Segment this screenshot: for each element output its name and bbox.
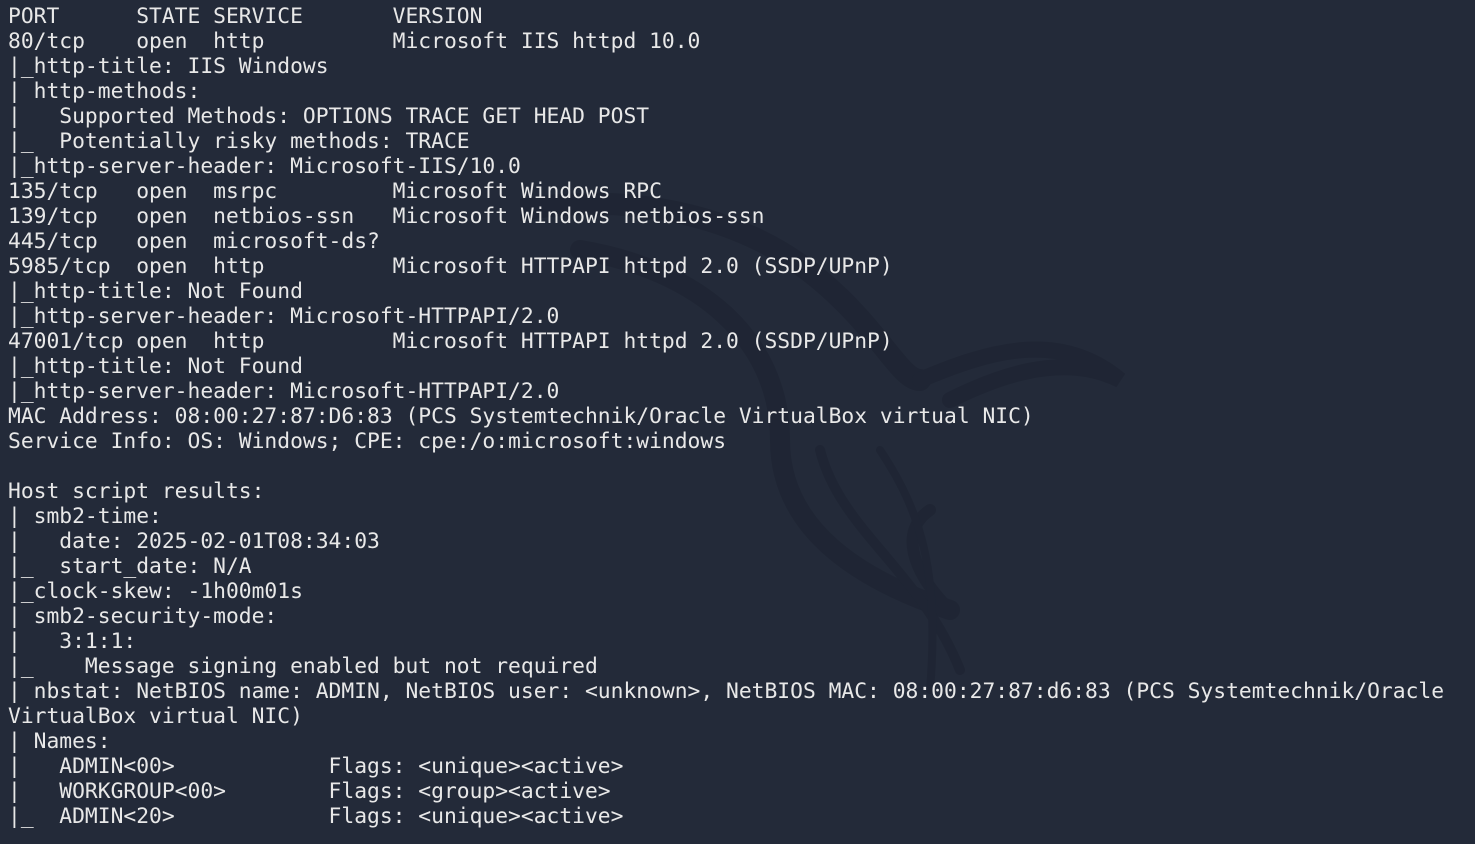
output-line: |_http-title: Not Found: [8, 354, 303, 379]
output-line: | Names:: [8, 729, 111, 754]
output-line: | 3:1:1:: [8, 629, 150, 654]
output-line: 47001/tcp open http Microsoft HTTPAPI ht…: [8, 329, 893, 354]
output-line: | ADMIN<00> Flags: <unique><active>: [8, 754, 624, 779]
output-line: Service Info: OS: Windows; CPE: cpe:/o:m…: [8, 429, 727, 454]
output-line: MAC Address: 08:00:27:87:D6:83 (PCS Syst…: [8, 404, 1034, 429]
output-line: | smb2-time:: [8, 504, 175, 529]
output-line: | WORKGROUP<00> Flags: <group><active>: [8, 779, 611, 804]
output-line: |_clock-skew: -1h00m01s: [8, 579, 303, 604]
output-line: PORT STATE SERVICE VERSION: [8, 4, 483, 29]
output-line: |_http-title: Not Found: [8, 279, 303, 304]
output-line: |_http-title: IIS Windows: [8, 54, 329, 79]
output-line: | http-methods:: [8, 79, 214, 104]
output-line: |_ ADMIN<20> Flags: <unique><active>: [8, 804, 624, 829]
output-line: | nbstat: NetBIOS name: ADMIN, NetBIOS u…: [8, 679, 1445, 704]
output-line: | date: 2025-02-01T08:34:03: [8, 529, 380, 554]
output-line: 5985/tcp open http Microsoft HTTPAPI htt…: [8, 254, 893, 279]
output-line: VirtualBox virtual NIC): [8, 704, 303, 729]
output-line: Host script results:: [8, 479, 265, 504]
output-line: | Supported Methods: OPTIONS TRACE GET H…: [8, 104, 650, 129]
output-line: 445/tcp open microsoft-ds?: [8, 229, 380, 254]
output-line: |_http-server-header: Microsoft-HTTPAPI/…: [8, 379, 560, 404]
output-line: 80/tcp open http Microsoft IIS httpd 10.…: [8, 29, 701, 54]
nmap-scan-output[interactable]: PORT STATE SERVICE VERSION 80/tcp open ht…: [8, 4, 1444, 829]
output-line: 135/tcp open msrpc Microsoft Windows RPC: [8, 179, 662, 204]
terminal-window[interactable]: PORT STATE SERVICE VERSION 80/tcp open ht…: [0, 0, 1475, 844]
output-line: |_http-server-header: Microsoft-IIS/10.0: [8, 154, 521, 179]
output-line: 139/tcp open netbios-ssn Microsoft Windo…: [8, 204, 765, 229]
output-line: |_ Message signing enabled but not requi…: [8, 654, 598, 679]
output-line: |_http-server-header: Microsoft-HTTPAPI/…: [8, 304, 560, 329]
output-line: | smb2-security-mode:: [8, 604, 291, 629]
output-line: |_ Potentially risky methods: TRACE: [8, 129, 470, 154]
output-line: |_ start_date: N/A: [8, 554, 252, 579]
